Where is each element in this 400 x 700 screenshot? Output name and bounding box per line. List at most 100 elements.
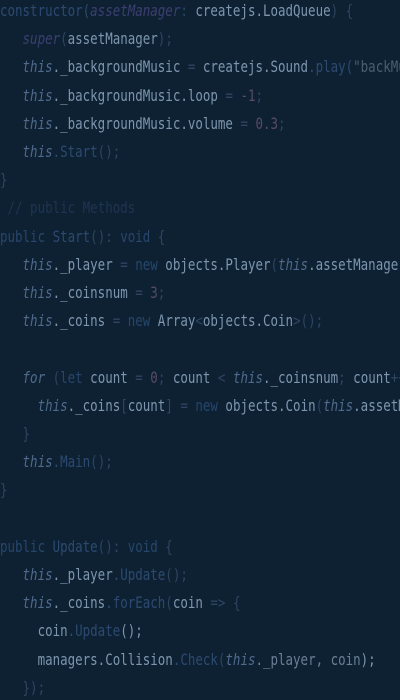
code-token: = — [180, 57, 203, 77]
code-token: count — [127, 395, 166, 415]
code-token: this — [323, 395, 354, 415]
code-line: this._coins.forEach(coin => { — [0, 592, 241, 614]
code-token: .Start — [52, 142, 98, 161]
code-token: = — [217, 85, 241, 105]
code-token: { — [157, 536, 173, 556]
code-token: = — [127, 367, 151, 387]
code-token: ( — [165, 593, 173, 613]
code-token: this — [22, 565, 53, 584]
code-token: constructor( — [0, 1, 91, 20]
code-token: ._player — [52, 565, 113, 584]
code-token: ; — [255, 85, 263, 105]
code-token: this — [278, 254, 309, 274]
code-token: >(); — [293, 311, 324, 331]
code-token: "backMusic" — [353, 57, 400, 77]
code-line: for (let count = 0; count < this._coinsn… — [0, 367, 400, 389]
code-token: this — [22, 283, 53, 302]
code-token: new — [135, 254, 166, 274]
code-line: this._backgroundMusic.volume = 0.3; — [0, 113, 286, 135]
code-line: this._backgroundMusic.loop = -1; — [0, 85, 263, 107]
code-token: this — [22, 142, 53, 161]
code-token: count — [90, 367, 128, 387]
code-token: ._backgroundMusic — [52, 57, 181, 77]
code-token: assetManager — [67, 29, 158, 49]
code-token: .Main — [52, 452, 91, 472]
code-token: ( — [217, 649, 226, 669]
code-token: .play( — [308, 57, 354, 77]
code-token: Start — [52, 226, 91, 246]
code-token: 0.3 — [255, 113, 279, 133]
code-token: -1 — [240, 85, 256, 105]
code-token: ._coins — [52, 593, 106, 613]
code-token: (): — [90, 226, 121, 246]
code-token: this — [22, 254, 53, 274]
code-token: void — [127, 536, 158, 556]
code-token: ++) { — [390, 367, 400, 387]
code-token: count — [353, 367, 391, 387]
code-token: ._coinsnum — [263, 367, 339, 387]
code-token: this — [22, 85, 53, 105]
code-token: ._coinsnum — [52, 283, 128, 302]
code-line: } — [0, 479, 8, 501]
code-token: .assetManager — [353, 395, 400, 415]
code-token: this — [22, 452, 53, 472]
code-token: // public Methods — [0, 198, 136, 218]
code-line: this.Start(); — [0, 141, 121, 163]
code-token: coin — [172, 593, 203, 613]
code-token: = — [127, 283, 151, 302]
code-line: // public Methods — [0, 197, 136, 219]
code-token: this — [37, 395, 68, 415]
code-line: this._backgroundMusic = createjs.Sound.p… — [0, 56, 400, 78]
code-token: ); — [360, 649, 376, 669]
code-token: = — [232, 113, 256, 133]
code-token: super — [22, 29, 61, 49]
code-line: public Start(): void { — [0, 226, 165, 248]
code-line: public Update(): void { — [0, 536, 173, 558]
code-token: ._player — [52, 254, 113, 274]
code-token: createjs.LoadQueue — [195, 1, 331, 20]
code-editor[interactable]: constructor( assetManager: createjs.LoadQ… — [0, 0, 400, 700]
code-token: .Update — [67, 621, 121, 641]
code-token: managers.Collision — [37, 649, 173, 669]
code-token: public — [0, 536, 53, 556]
code-line: this._coins[count] = new objects.Coin(th… — [0, 395, 400, 417]
code-line: coin.Update(); — [0, 620, 143, 642]
code-token: => { — [202, 593, 241, 613]
code-line: constructor(assetManager: createjs.LoadQ… — [0, 0, 353, 22]
code-token: } — [0, 170, 8, 190]
code-line: }); — [0, 677, 46, 699]
code-token: for — [22, 367, 46, 387]
code-token: ) { — [330, 1, 354, 20]
code-token: ; — [338, 367, 354, 387]
code-token: = — [105, 311, 128, 331]
code-token: (); — [165, 565, 188, 584]
code-token: ); — [157, 29, 173, 49]
code-token: .Update — [112, 565, 166, 584]
code-token: ._player, coin — [255, 649, 361, 669]
code-line: this._player.Update(); — [0, 564, 188, 586]
code-token: objects.Coin — [225, 395, 316, 415]
code-token: Array — [157, 311, 196, 331]
code-token: ; — [157, 283, 166, 302]
code-token: < — [210, 367, 233, 387]
code-token: < — [195, 311, 203, 331]
code-token: this — [232, 367, 264, 387]
code-token: void — [120, 226, 151, 246]
code-token: createjs.Sound — [202, 57, 309, 77]
code-token: (); — [90, 452, 113, 472]
code-token: : — [180, 1, 196, 20]
code-token: ] = — [165, 395, 196, 415]
code-token: public — [0, 226, 53, 246]
